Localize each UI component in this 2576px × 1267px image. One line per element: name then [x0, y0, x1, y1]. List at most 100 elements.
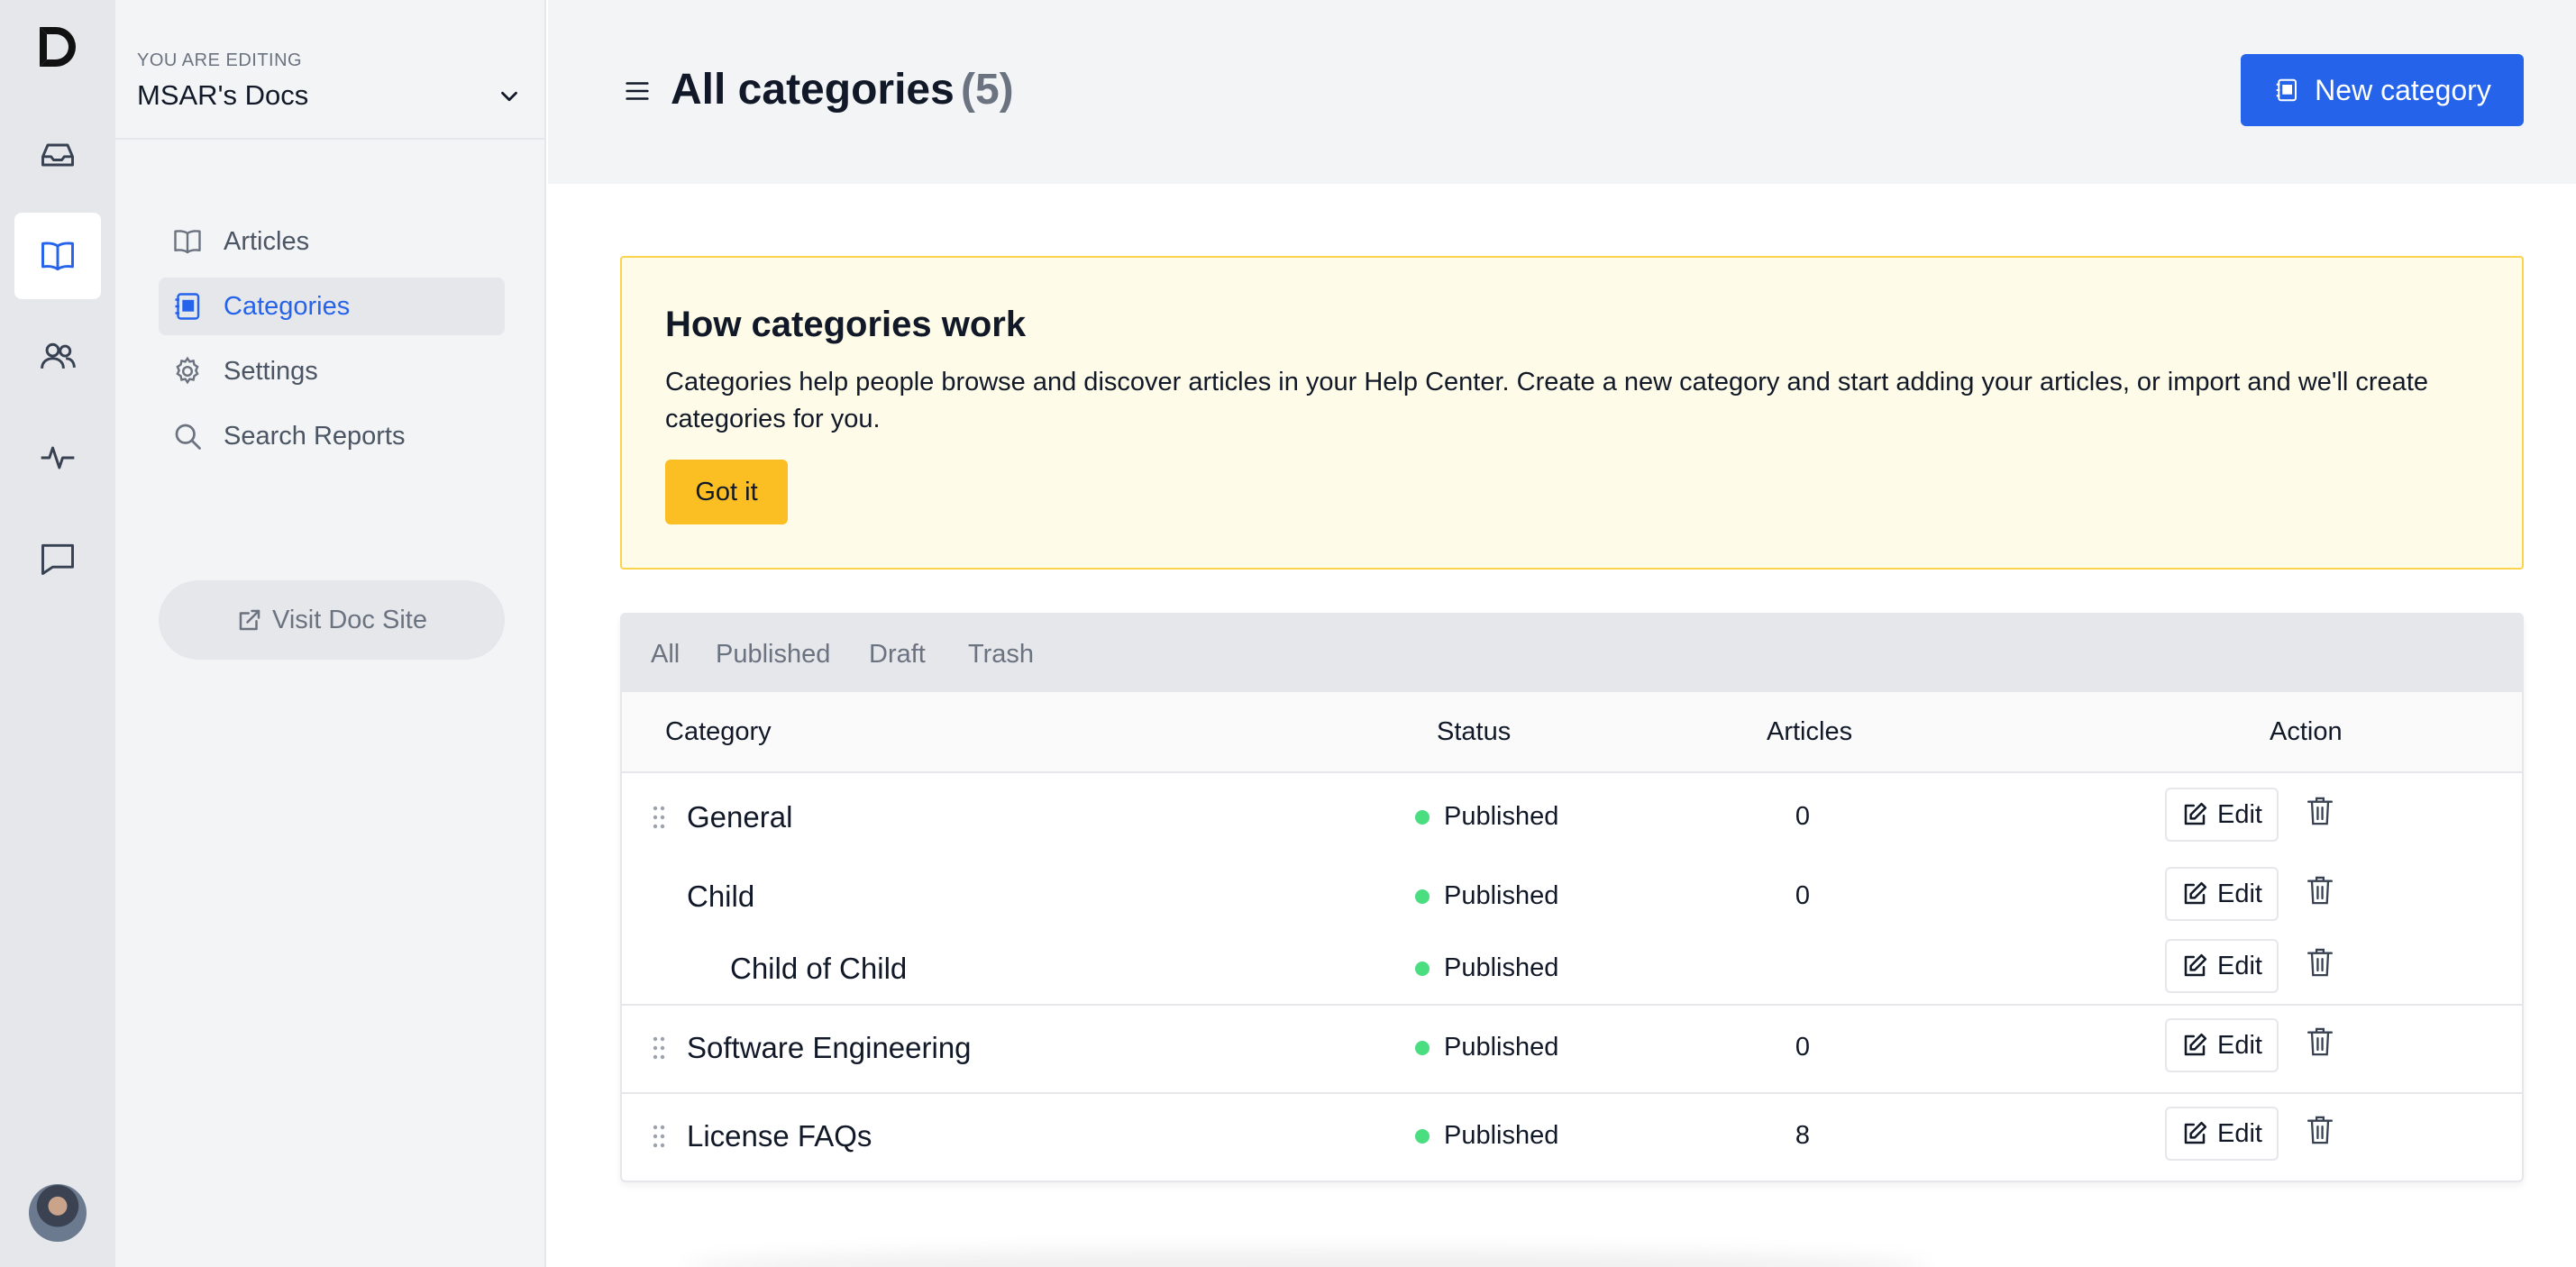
site-selector[interactable]: MSAR's Docs [137, 79, 308, 112]
sidebar-item-label: Search Reports [224, 421, 406, 451]
search-icon [175, 424, 201, 450]
trash-icon[interactable] [2306, 946, 2334, 979]
edit-label: Edit [2217, 951, 2262, 980]
rail-activity[interactable] [14, 415, 101, 501]
edit-button[interactable]: Edit [2165, 1018, 2279, 1072]
filter-tabs: All Published Draft Trash [622, 615, 2522, 692]
sidebar-item-categories[interactable]: Categories [159, 278, 505, 335]
rail-chat[interactable] [14, 515, 101, 602]
edit-button[interactable]: Edit [2165, 1107, 2279, 1161]
edit-button[interactable]: Edit [2165, 939, 2279, 993]
drag-handle-icon[interactable] [653, 1036, 665, 1060]
edit-icon [2184, 802, 2207, 825]
sidebar-item-articles[interactable]: Articles [159, 213, 505, 270]
article-count: 8 [1795, 1121, 1811, 1150]
sidebar-item-settings[interactable]: Settings [159, 342, 505, 400]
avatar[interactable] [29, 1184, 87, 1242]
external-link-icon [239, 609, 260, 631]
table-row-group: General Published 0 Edit Child Published… [622, 773, 2522, 1004]
category-name[interactable]: Software Engineering [687, 1031, 972, 1065]
status-label: Published [1444, 881, 1559, 910]
category-name[interactable]: General [687, 800, 792, 834]
trash-icon[interactable] [2306, 1025, 2334, 1058]
sidebar: YOU ARE EDITING MSAR's Docs Articles Cat… [115, 0, 546, 1267]
sidebar-item-label: Articles [224, 226, 310, 256]
tab-trash[interactable]: Trash [968, 640, 1034, 670]
menu-icon[interactable] [622, 76, 653, 106]
rail-docs[interactable] [14, 213, 101, 299]
status-badge: Published [1415, 1121, 1558, 1151]
trash-icon[interactable] [2306, 795, 2334, 827]
scroll-shadow [685, 1249, 1929, 1267]
edit-label: Edit [2217, 799, 2262, 829]
edit-label: Edit [2217, 1030, 2262, 1060]
page-header: All categories (5) New category [548, 0, 2576, 184]
users-icon [41, 342, 76, 369]
trash-icon[interactable] [2306, 1114, 2334, 1146]
info-title: How categories work [665, 305, 1027, 344]
logo-icon[interactable] [36, 23, 79, 70]
drag-handle-icon[interactable] [653, 1125, 665, 1148]
tab-all[interactable]: All [651, 640, 680, 670]
table-row: License FAQs Published 8 Edit [622, 1092, 2522, 1180]
chat-icon [41, 543, 74, 575]
editing-label: YOU ARE EDITING [137, 50, 303, 70]
article-count: 0 [1795, 802, 1811, 831]
status-label: Published [1444, 1033, 1559, 1062]
inbox-icon [41, 143, 74, 167]
edit-icon [2184, 881, 2207, 905]
tab-draft[interactable]: Draft [869, 640, 926, 670]
status-dot [1415, 809, 1430, 825]
sidebar-item-label: Settings [224, 356, 318, 386]
column-status: Status [1437, 717, 1512, 746]
book-open-icon [174, 230, 201, 254]
status-label: Published [1444, 953, 1559, 982]
status-badge: Published [1415, 1033, 1558, 1062]
status-badge: Published [1415, 881, 1558, 911]
column-action: Action [2270, 717, 2343, 746]
gear-icon [176, 356, 199, 385]
edit-button[interactable]: Edit [2165, 867, 2279, 921]
table-header: Category Status Articles Action [622, 692, 2522, 773]
trash-icon[interactable] [2306, 874, 2334, 907]
status-dot [1415, 1128, 1430, 1144]
page-count: (5) [961, 66, 1014, 114]
edit-label: Edit [2217, 879, 2262, 908]
rail-users[interactable] [14, 314, 101, 400]
article-count: 0 [1795, 881, 1811, 910]
book-open-icon [41, 242, 74, 271]
activity-icon [41, 446, 75, 469]
got-it-button[interactable]: Got it [665, 460, 788, 524]
page-title: All categories [671, 66, 955, 114]
category-name[interactable]: Child of Child [730, 952, 907, 986]
info-banner: How categories work Categories help peop… [620, 256, 2524, 570]
category-name[interactable]: Child [687, 880, 754, 914]
status-dot [1415, 1040, 1430, 1055]
status-dot [1415, 961, 1430, 976]
categories-table: All Published Draft Trash Category Statu… [620, 613, 2524, 1182]
rail-inbox[interactable] [14, 112, 101, 198]
edit-icon [2184, 953, 2207, 977]
status-badge: Published [1415, 953, 1558, 983]
new-category-button[interactable]: New category [2241, 54, 2524, 126]
status-dot [1415, 889, 1430, 904]
visit-doc-site-label: Visit Doc Site [272, 605, 427, 634]
article-count: 0 [1795, 1033, 1811, 1062]
chevron-down-icon[interactable] [496, 83, 523, 110]
visit-doc-site-button[interactable]: Visit Doc Site [159, 580, 505, 660]
drag-handle-icon[interactable] [653, 806, 665, 829]
status-badge: Published [1415, 802, 1558, 832]
status-label: Published [1444, 1121, 1559, 1150]
category-name[interactable]: License FAQs [687, 1119, 872, 1153]
info-body: Categories help people browse and discov… [665, 368, 2428, 433]
sidebar-item-search-reports[interactable]: Search Reports [159, 407, 505, 465]
column-category: Category [665, 717, 772, 746]
table-row: Software Engineering Published 0 Edit [622, 1004, 2522, 1092]
sidebar-item-label: Categories [224, 291, 351, 321]
edit-button[interactable]: Edit [2165, 788, 2279, 842]
status-label: Published [1444, 802, 1559, 831]
tab-published[interactable]: Published [716, 640, 830, 670]
column-articles: Articles [1767, 717, 1853, 746]
new-category-label: New category [2315, 73, 2491, 106]
icon-rail [0, 0, 115, 1267]
